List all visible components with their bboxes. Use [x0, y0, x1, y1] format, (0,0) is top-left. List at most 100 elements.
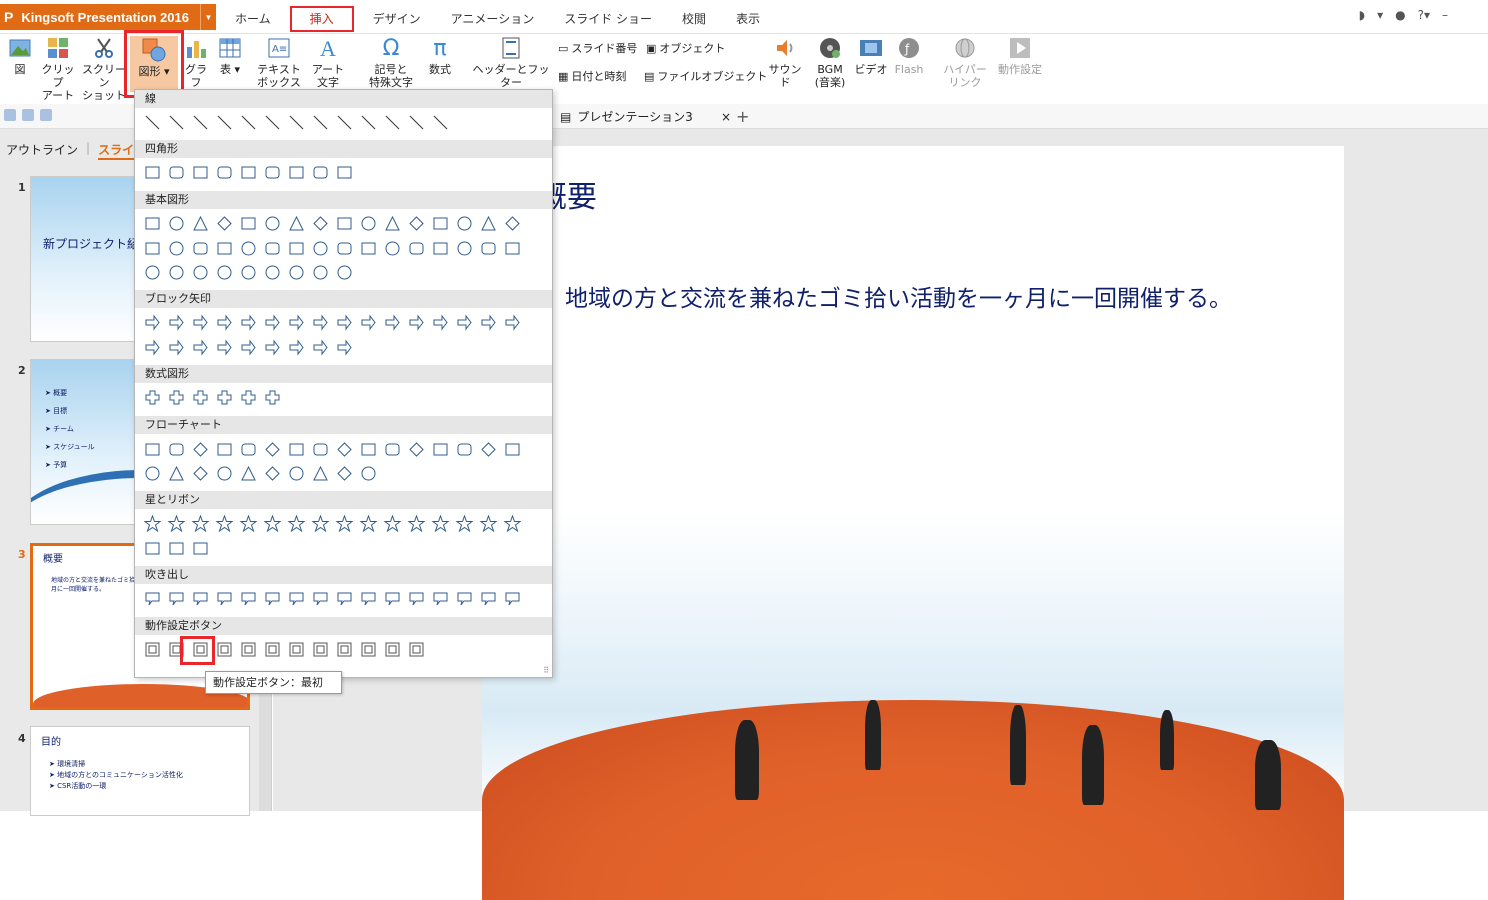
arr-shape-icon[interactable]	[455, 313, 474, 332]
line-shape-icon[interactable]	[311, 113, 330, 132]
arr-shape-icon[interactable]	[215, 313, 234, 332]
video-button[interactable]: ビデオ	[854, 36, 888, 76]
rrect-shape-icon[interactable]	[407, 239, 426, 258]
star-shape-icon[interactable]	[359, 514, 378, 533]
arr-shape-icon[interactable]	[239, 338, 258, 357]
plus-shape-icon[interactable]	[191, 388, 210, 407]
table-button[interactable]: 表 ▾	[216, 36, 244, 76]
arr-shape-icon[interactable]	[407, 313, 426, 332]
rrect-shape-icon[interactable]	[167, 163, 186, 182]
rect-shape-icon[interactable]	[503, 440, 522, 459]
tri-shape-icon[interactable]	[479, 214, 498, 233]
star-shape-icon[interactable]	[215, 514, 234, 533]
btn-shape-icon[interactable]	[311, 640, 330, 659]
arr-shape-icon[interactable]	[263, 313, 282, 332]
call-shape-icon[interactable]	[479, 589, 498, 608]
call-shape-icon[interactable]	[263, 589, 282, 608]
rect-shape-icon[interactable]	[287, 239, 306, 258]
rrect-shape-icon[interactable]	[335, 239, 354, 258]
arr-shape-icon[interactable]	[143, 338, 162, 357]
star-shape-icon[interactable]	[407, 514, 426, 533]
arr-shape-icon[interactable]	[359, 313, 378, 332]
circ-shape-icon[interactable]	[239, 239, 258, 258]
tri-shape-icon[interactable]	[311, 464, 330, 483]
tab-slideshow[interactable]: スライド ショー	[549, 6, 667, 32]
skin-icon[interactable]: ◗	[1359, 8, 1365, 22]
call-shape-icon[interactable]	[359, 589, 378, 608]
circ-shape-icon[interactable]	[335, 263, 354, 282]
circ-shape-icon[interactable]	[287, 464, 306, 483]
rect-shape-icon[interactable]	[335, 163, 354, 182]
rect-shape-icon[interactable]	[359, 440, 378, 459]
plus-shape-icon[interactable]	[239, 388, 258, 407]
rect-shape-icon[interactable]	[143, 539, 162, 558]
dia-shape-icon[interactable]	[407, 440, 426, 459]
call-shape-icon[interactable]	[215, 589, 234, 608]
slide-body-text[interactable]: 地域の方と交流を兼ねたゴミ拾い活動を一ヶ月に一回開催する。	[565, 283, 1295, 316]
star-shape-icon[interactable]	[191, 514, 210, 533]
rrect-shape-icon[interactable]	[263, 163, 282, 182]
arr-shape-icon[interactable]	[239, 313, 258, 332]
doc-tab-presentation3[interactable]: ▤ プレゼンテーション3 ×	[556, 104, 731, 129]
star-shape-icon[interactable]	[383, 514, 402, 533]
call-shape-icon[interactable]	[383, 589, 402, 608]
arr-shape-icon[interactable]	[191, 338, 210, 357]
screenshot-button[interactable]: スクリーン ショット	[82, 36, 126, 102]
chart-button[interactable]: グラフ	[181, 36, 211, 89]
call-shape-icon[interactable]	[167, 589, 186, 608]
arr-shape-icon[interactable]	[287, 313, 306, 332]
call-shape-icon[interactable]	[407, 589, 426, 608]
circ-shape-icon[interactable]	[215, 464, 234, 483]
circ-shape-icon[interactable]	[311, 239, 330, 258]
rect-shape-icon[interactable]	[215, 239, 234, 258]
minimize-icon[interactable]: –	[1442, 8, 1448, 22]
rect-shape-icon[interactable]	[359, 239, 378, 258]
circ-shape-icon[interactable]	[191, 263, 210, 282]
rrect-shape-icon[interactable]	[215, 163, 234, 182]
rrect-shape-icon[interactable]	[479, 239, 498, 258]
sound-button[interactable]: サウンド	[764, 36, 806, 89]
star-shape-icon[interactable]	[479, 514, 498, 533]
equation-button[interactable]: π 数式	[424, 36, 456, 76]
rect-shape-icon[interactable]	[239, 214, 258, 233]
rect-shape-icon[interactable]	[431, 214, 450, 233]
tab-review[interactable]: 校閲	[667, 6, 721, 32]
arr-shape-icon[interactable]	[479, 313, 498, 332]
rect-shape-icon[interactable]	[167, 539, 186, 558]
arr-shape-icon[interactable]	[431, 313, 450, 332]
circ-shape-icon[interactable]	[359, 214, 378, 233]
btn-shape-icon[interactable]	[143, 640, 162, 659]
star-shape-icon[interactable]	[503, 514, 522, 533]
plus-shape-icon[interactable]	[143, 388, 162, 407]
circ-shape-icon[interactable]	[455, 239, 474, 258]
call-shape-icon[interactable]	[503, 589, 522, 608]
btn-shape-icon[interactable]	[215, 640, 234, 659]
rect-shape-icon[interactable]	[143, 440, 162, 459]
rect-shape-icon[interactable]	[431, 440, 450, 459]
line-shape-icon[interactable]	[335, 113, 354, 132]
picture-button[interactable]: 図	[6, 36, 34, 76]
rect-shape-icon[interactable]	[287, 440, 306, 459]
close-icon[interactable]: ×	[721, 110, 731, 124]
rect-shape-icon[interactable]	[143, 214, 162, 233]
dia-shape-icon[interactable]	[311, 214, 330, 233]
datetime-button[interactable]: ▦ 日付と時刻	[558, 68, 626, 84]
print-icon[interactable]	[40, 109, 52, 121]
tab-view[interactable]: 表示	[721, 6, 775, 32]
btn-shape-icon[interactable]	[287, 640, 306, 659]
circ-shape-icon[interactable]	[167, 239, 186, 258]
dia-shape-icon[interactable]	[263, 440, 282, 459]
arr-shape-icon[interactable]	[191, 313, 210, 332]
call-shape-icon[interactable]	[431, 589, 450, 608]
line-shape-icon[interactable]	[407, 113, 426, 132]
slide-number-button[interactable]: ▭ スライド番号	[558, 40, 637, 56]
arr-shape-icon[interactable]	[335, 338, 354, 357]
btn-shape-icon[interactable]	[359, 640, 378, 659]
dia-shape-icon[interactable]	[479, 440, 498, 459]
hyperlink-button[interactable]: ハイパー リンク	[942, 36, 988, 89]
tri-shape-icon[interactable]	[287, 214, 306, 233]
flash-button[interactable]: ƒ Flash	[892, 36, 926, 76]
arr-shape-icon[interactable]	[215, 338, 234, 357]
call-shape-icon[interactable]	[335, 589, 354, 608]
arr-shape-icon[interactable]	[263, 338, 282, 357]
